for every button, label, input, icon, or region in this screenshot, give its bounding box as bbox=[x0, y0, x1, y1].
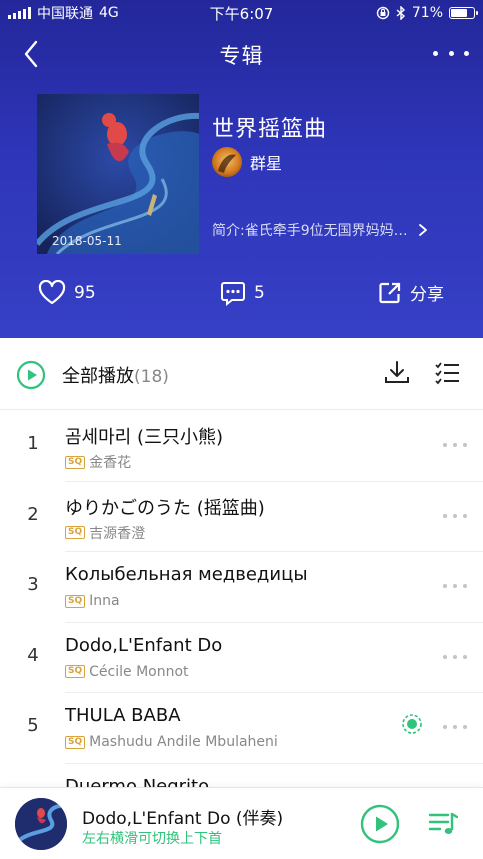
sq-badge: SQ bbox=[65, 594, 86, 608]
battery-percent: 71% bbox=[411, 5, 443, 21]
song-meta: SQ Inna bbox=[65, 593, 120, 609]
player-cover[interactable] bbox=[15, 798, 67, 850]
share-label: 分享 bbox=[410, 285, 444, 305]
song-number: 3 bbox=[27, 574, 39, 595]
song-more-button[interactable] bbox=[443, 508, 467, 524]
playlist-icon bbox=[428, 812, 459, 834]
bluetooth-icon bbox=[396, 6, 405, 20]
song-meta: SQ 吉源香澄 bbox=[65, 523, 145, 543]
song-row[interactable]: 5 THULA BABA SQ Mashudu Andile Mbulaheni bbox=[0, 693, 483, 764]
album-cover[interactable]: 2018-05-11 bbox=[37, 94, 199, 254]
more-button[interactable] bbox=[433, 40, 469, 66]
player-song-title: Dodo,L'Enfant Do (伴奏) bbox=[82, 809, 284, 829]
song-more-button[interactable] bbox=[443, 578, 467, 594]
play-all-button[interactable]: 全部播放(18) bbox=[16, 360, 169, 390]
heart-icon bbox=[38, 280, 66, 305]
more-dots-icon bbox=[443, 725, 447, 729]
artist-link[interactable]: 群星 bbox=[212, 147, 282, 177]
more-dots-icon bbox=[433, 50, 438, 56]
song-artist: 金香花 bbox=[89, 455, 132, 471]
song-row[interactable]: 4 Dodo,L'Enfant Do SQ Cécile Monnot bbox=[0, 623, 483, 693]
mini-player[interactable]: Dodo,L'Enfant Do (伴奏) 左右横滑可切换上下首 bbox=[0, 787, 483, 859]
song-title: THULA BABA bbox=[65, 705, 181, 726]
sq-badge: SQ bbox=[65, 526, 86, 539]
comment-button[interactable]: 5 bbox=[220, 280, 265, 306]
song-title: 곰세마리 (三只小熊) bbox=[65, 427, 224, 448]
song-artist: Mashudu Andile Mbulaheni bbox=[89, 734, 278, 750]
song-number: 1 bbox=[27, 433, 39, 454]
artist-name: 群星 bbox=[250, 154, 283, 173]
album-title: 世界摇篮曲 bbox=[212, 117, 328, 142]
page-title: 专辑 bbox=[219, 44, 264, 68]
play-all-label: 全部播放 bbox=[62, 366, 134, 387]
song-list: 1 곰세마리 (三只小熊) SQ 金香花 2 ゆりかごのうた (摇篮曲) SQ 吉源香澄 3 Ко… bbox=[0, 411, 483, 834]
song-meta: SQ Mashudu Andile Mbulaheni bbox=[65, 734, 278, 750]
download-icon bbox=[385, 361, 409, 383]
sq-badge: SQ bbox=[65, 735, 86, 749]
chevron-right-icon bbox=[418, 224, 427, 236]
song-number: 2 bbox=[27, 503, 39, 525]
song-title: Колыбельная медведицы bbox=[65, 564, 308, 585]
song-artist: Cécile Monnot bbox=[89, 663, 189, 680]
rotation-lock-icon bbox=[376, 6, 390, 20]
more-dots-icon bbox=[443, 443, 447, 447]
comment-icon bbox=[221, 282, 245, 306]
song-number: 5 bbox=[27, 715, 39, 736]
song-number: 4 bbox=[27, 644, 39, 666]
mv-icon[interactable] bbox=[401, 713, 423, 735]
playlist-button[interactable] bbox=[428, 810, 459, 838]
multi-select-button[interactable] bbox=[434, 360, 460, 386]
more-dots-icon bbox=[443, 513, 447, 518]
share-button[interactable]: 分享 bbox=[378, 280, 444, 305]
song-meta: SQ 金香花 bbox=[65, 452, 131, 472]
status-bar: 中国联通 4G 下午6:07 71% bbox=[0, 0, 483, 26]
song-meta: SQ Cécile Monnot bbox=[65, 664, 189, 680]
play-circle-icon bbox=[16, 360, 46, 390]
comment-count: 5 bbox=[254, 283, 265, 303]
album-cover-art bbox=[37, 94, 199, 254]
like-count: 95 bbox=[74, 283, 96, 303]
sq-badge: SQ bbox=[65, 665, 86, 678]
song-row[interactable]: 1 곰세마리 (三只小熊) SQ 金香花 bbox=[0, 411, 483, 482]
song-artist: 吉源香澄 bbox=[89, 525, 146, 542]
like-button[interactable]: 95 bbox=[38, 280, 96, 306]
song-row[interactable]: 2 ゆりかごのうた (摇篮曲) SQ 吉源香澄 bbox=[0, 482, 483, 552]
network-label: 4G bbox=[99, 5, 119, 21]
share-icon bbox=[379, 282, 401, 303]
list-check-icon bbox=[435, 362, 459, 385]
player-hint: 左右横滑可切换上下首 bbox=[82, 831, 222, 847]
signal-icon bbox=[8, 7, 31, 19]
song-more-button[interactable] bbox=[443, 437, 467, 453]
song-more-button[interactable] bbox=[443, 719, 467, 735]
more-dots-icon bbox=[443, 584, 447, 588]
song-title: Dodo,L'Enfant Do bbox=[65, 634, 223, 656]
album-intro: 简介:雀氏牵手9位无国界妈妈… bbox=[212, 223, 408, 239]
sq-badge: SQ bbox=[65, 455, 86, 469]
song-artist: Inna bbox=[89, 593, 120, 609]
album-intro-link[interactable]: 简介:雀氏牵手9位无国界妈妈… bbox=[212, 220, 452, 240]
album-actions: 95 5 分享 bbox=[0, 280, 483, 314]
player-play-button[interactable] bbox=[360, 804, 400, 844]
more-dots-icon bbox=[443, 654, 447, 659]
nav-bar: 专辑 bbox=[0, 30, 483, 78]
play-all-bar: 全部播放(18) bbox=[0, 338, 483, 410]
song-row[interactable]: 3 Колыбельная медведицы SQ Inna bbox=[0, 552, 483, 623]
artist-avatar bbox=[212, 147, 242, 177]
download-button[interactable] bbox=[384, 360, 410, 386]
song-more-button[interactable] bbox=[443, 649, 467, 665]
song-title: ゆりかごのうた (摇篮曲) bbox=[65, 497, 265, 519]
battery-icon bbox=[449, 7, 478, 19]
album-header: 中国联通 4G 下午6:07 71% 专辑 2018-05-11 世界摇篮曲 群… bbox=[0, 0, 483, 338]
album-release-date: 2018-05-11 bbox=[52, 234, 122, 248]
carrier-label: 中国联通 bbox=[37, 6, 93, 22]
play-all-count: (18) bbox=[134, 367, 169, 387]
play-circle-icon bbox=[360, 804, 400, 844]
